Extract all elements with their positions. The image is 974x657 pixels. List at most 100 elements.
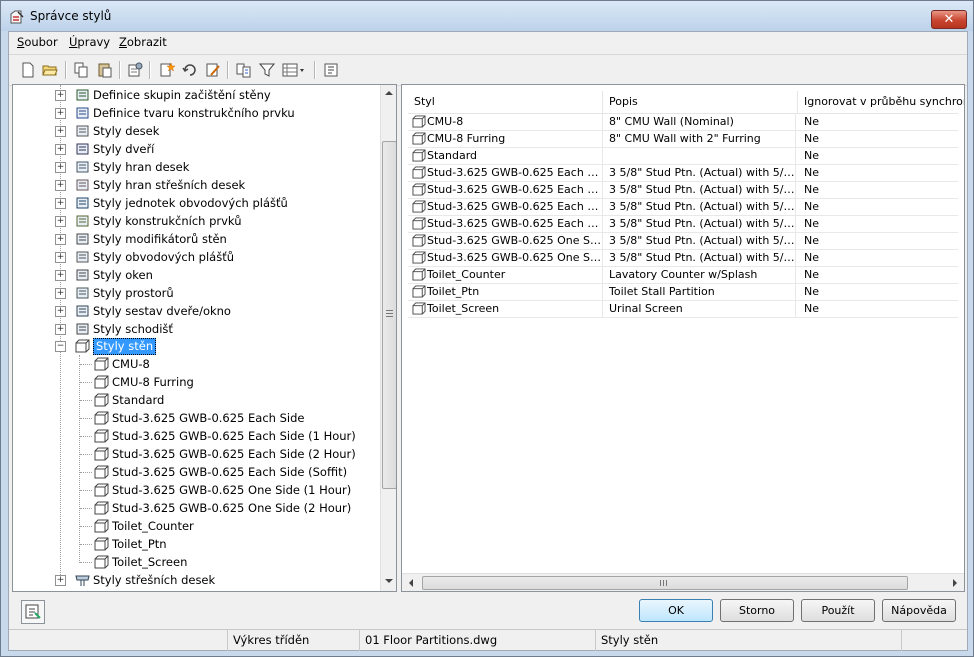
expand-icon[interactable]: + <box>55 180 66 191</box>
edit-icon[interactable] <box>203 60 223 80</box>
tree-scroll-thumb[interactable] <box>382 141 396 489</box>
expand-icon[interactable]: + <box>55 198 66 209</box>
new-style-icon[interactable] <box>157 60 177 80</box>
set-from-icon[interactable] <box>180 60 200 80</box>
list-row[interactable]: CMU-8 8" CMU Wall (Nominal) Ne <box>408 113 958 131</box>
menu-soubor[interactable]: Soubor <box>17 35 58 49</box>
tree-node-styly-strechnich-desek[interactable]: + Styly střešních desek <box>13 571 380 589</box>
scroll-right-icon[interactable] <box>951 578 959 588</box>
filter-styles-icon[interactable] <box>234 60 254 80</box>
tree-node-category[interactable]: + Styly prostorů <box>13 284 380 302</box>
menu-upravy[interactable]: Úpravy <box>69 35 110 49</box>
tree-node-category[interactable]: + Styly desek <box>13 122 380 140</box>
cell-ignorovat: Ne <box>804 132 819 145</box>
scroll-down-icon[interactable] <box>384 577 394 585</box>
list-row[interactable]: CMU-8 Furring 8" CMU Wall with 2" Furring… <box>408 130 958 148</box>
wall-style-icon <box>94 537 109 551</box>
list-row[interactable]: Stud-3.625 GWB-0.625 Each Sid... 3 5/8" S… <box>408 198 958 216</box>
tree-node-wall-style[interactable]: CMU-8 <box>13 355 380 373</box>
tree-node-wall-style[interactable]: Stud-3.625 GWB-0.625 Each Side <box>13 409 380 427</box>
tree-node-wall-style[interactable]: Toilet_Screen <box>13 553 380 571</box>
tree-node-wall-style[interactable]: Stud-3.625 GWB-0.625 Each Side (1 Hour) <box>13 427 380 445</box>
view-toggle-icon[interactable] <box>21 600 45 624</box>
scroll-up-icon[interactable] <box>384 89 394 97</box>
tree-node-wall-style[interactable]: Stud-3.625 GWB-0.625 One Side (2 Hour) <box>13 499 380 517</box>
expand-icon[interactable]: + <box>55 90 66 101</box>
expand-icon[interactable]: + <box>55 288 66 299</box>
scroll-left-icon[interactable] <box>407 578 415 588</box>
toggle-view-icon[interactable] <box>321 60 341 80</box>
expand-icon[interactable]: + <box>55 324 66 335</box>
list-row[interactable]: Toilet_Screen Urinal Screen Ne <box>408 300 958 318</box>
status-file: 01 Floor Partitions.dwg <box>359 630 596 651</box>
list-row[interactable]: Stud-3.625 GWB-0.625 Each Sid... 3 5/8" S… <box>408 215 958 233</box>
expand-icon[interactable]: + <box>55 252 66 263</box>
wall-style-icon <box>412 234 426 247</box>
tree-node-wall-style[interactable]: Stud-3.625 GWB-0.625 One Side (1 Hour) <box>13 481 380 499</box>
expand-icon[interactable]: + <box>55 162 66 173</box>
tree-node-category[interactable]: + Styly konstrukčních prvků <box>13 212 380 230</box>
list-row[interactable]: Toilet_Ptn Toilet Stall Partition Ne <box>408 283 958 301</box>
style-tree[interactable]: + Definice skupin začištění stěny + Definic… <box>12 84 397 592</box>
expand-icon[interactable]: + <box>55 575 66 586</box>
tree-node-wall-style[interactable]: Toilet_Counter <box>13 517 380 535</box>
style-list[interactable]: Styl Popis Ignorovat v průběhu synchroni… <box>401 84 965 592</box>
tree-node-label: Styly obvodových plášťů <box>93 250 234 264</box>
open-icon[interactable] <box>40 60 60 80</box>
column-ignorovat[interactable]: Ignorovat v průběhu synchroniz <box>798 91 964 113</box>
tree-node-wall-style[interactable]: Toilet_Ptn <box>13 535 380 553</box>
tree-node-category[interactable]: + Styly hran střešních desek <box>13 176 380 194</box>
collapse-icon[interactable]: − <box>55 341 66 352</box>
list-row[interactable]: Stud-3.625 GWB-0.625 One Side... 3 5/8" S… <box>408 249 958 267</box>
tree-node-category[interactable]: + Definice skupin začištění stěny <box>13 86 380 104</box>
tree-node-wall-style[interactable]: Stud-3.625 GWB-0.625 Each Side (2 Hour) <box>13 445 380 463</box>
tree-node-category[interactable]: + Definice tvaru konstrukčního prvku <box>13 104 380 122</box>
list-row[interactable]: Toilet_Counter Lavatory Counter w/Splash N… <box>408 266 958 284</box>
list-row[interactable]: Standard Ne <box>408 147 958 165</box>
list-row[interactable]: Stud-3.625 GWB-0.625 One Side... 3 5/8" S… <box>408 232 958 250</box>
expand-icon[interactable]: + <box>55 144 66 155</box>
list-row[interactable]: Stud-3.625 GWB-0.625 Each Sid... 3 5/8" S… <box>408 181 958 199</box>
list-row[interactable]: Stud-3.625 GWB-0.625 Each Side 3 5/8" Stu… <box>408 164 958 182</box>
expand-icon[interactable]: + <box>55 108 66 119</box>
copy-icon[interactable] <box>71 60 91 80</box>
tree-node-category[interactable]: + Styly hran desek <box>13 158 380 176</box>
tree-node-category[interactable]: + Styly sestav dveře/okno <box>13 302 380 320</box>
title-bar[interactable]: Správce stylů ✕ <box>1 1 973 31</box>
tree-node-styly-sten[interactable]: − Styly stěn <box>13 337 380 355</box>
filter-icon[interactable] <box>257 60 277 80</box>
help-button[interactable]: Nápověda <box>882 599 956 622</box>
tree-node-category[interactable]: + Styly oken <box>13 266 380 284</box>
tree-node-category[interactable]: + Styly schodišť <box>13 320 380 338</box>
purge-icon[interactable] <box>125 60 145 80</box>
tree-node-category[interactable]: + Styly modifikátorů stěn <box>13 230 380 248</box>
tree-node-label: Stud-3.625 GWB-0.625 Each Side (1 Hour) <box>112 429 356 443</box>
column-popis[interactable]: Popis <box>603 91 798 113</box>
tree-vertical-scrollbar[interactable] <box>380 85 396 591</box>
tree-node-wall-style[interactable]: CMU-8 Furring <box>13 373 380 391</box>
list-horizontal-scrollbar[interactable] <box>402 573 964 591</box>
tree-node-label: Styly desek <box>93 124 160 138</box>
tree-node-category[interactable]: + Styly obvodových plášťů <box>13 248 380 266</box>
expand-icon[interactable]: + <box>55 126 66 137</box>
apply-button[interactable]: Použít <box>801 599 875 622</box>
tree-node-category[interactable]: + Styly dveří <box>13 140 380 158</box>
expand-icon[interactable]: + <box>55 306 66 317</box>
list-scroll-thumb[interactable] <box>422 576 908 590</box>
ok-button[interactable]: OK <box>639 599 713 622</box>
view-options-icon[interactable] <box>281 60 309 80</box>
menu-zobrazit[interactable]: Zobrazit <box>119 35 167 49</box>
close-button[interactable]: ✕ <box>931 10 967 29</box>
tree-node-category[interactable]: + Styly jednotek obvodových plášťů <box>13 194 380 212</box>
new-icon[interactable] <box>18 60 38 80</box>
paste-icon[interactable] <box>95 60 115 80</box>
cancel-button[interactable]: Storno <box>720 599 794 622</box>
wall-style-folder-icon <box>75 339 90 353</box>
expand-icon[interactable]: + <box>55 270 66 281</box>
column-styl[interactable]: Styl <box>408 91 603 113</box>
tree-node-wall-style[interactable]: Stud-3.625 GWB-0.625 Each Side (Soffit) <box>13 463 380 481</box>
expand-icon[interactable]: + <box>55 216 66 227</box>
tree-node-wall-style[interactable]: Standard <box>13 391 380 409</box>
expand-icon[interactable]: + <box>55 234 66 245</box>
wall-style-icon <box>94 429 109 443</box>
